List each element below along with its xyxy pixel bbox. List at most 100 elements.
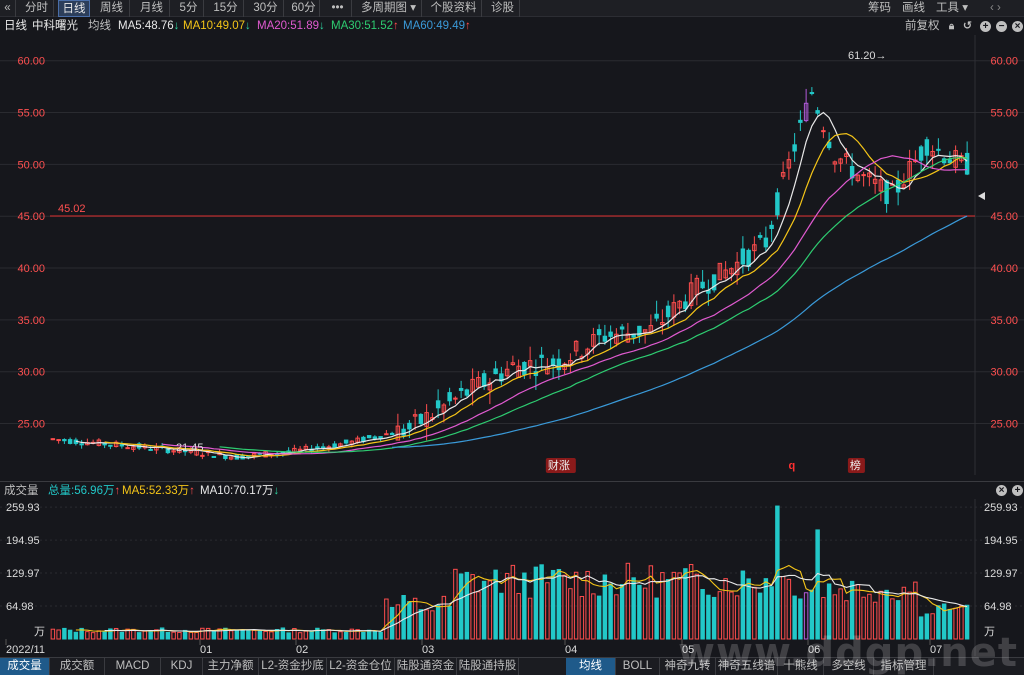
candle-body <box>665 305 671 318</box>
overlay-tab-1[interactable]: BOLL <box>616 658 660 675</box>
volume-bar <box>527 597 533 640</box>
volume-bar <box>441 595 447 640</box>
volume-bar <box>625 562 631 640</box>
indicator-tab-8[interactable]: 陆股通持股 <box>457 658 519 675</box>
candle-body <box>447 392 452 402</box>
volume-bar <box>309 630 314 640</box>
candle-body <box>50 438 56 441</box>
y-tick-left: 40.00 <box>17 263 45 275</box>
candle-body <box>924 139 930 156</box>
candle-body <box>372 436 378 439</box>
candle-body <box>631 334 636 338</box>
ma-text: MA30:51.52 <box>331 20 394 32</box>
volume-bar <box>200 627 205 640</box>
overlay-tab-0[interactable]: 均线 <box>566 658 616 675</box>
volume-bar <box>67 629 73 640</box>
volume-bar <box>257 630 263 640</box>
candle-body <box>809 92 815 95</box>
chips-button[interactable]: 筹码 <box>868 0 891 17</box>
draw-line-button[interactable]: 画线 <box>902 0 925 17</box>
tab-11[interactable]: 诊股 <box>486 0 520 17</box>
y-tick-right: 45.00 <box>990 211 1018 223</box>
volume-bar <box>228 630 234 640</box>
lock-icon[interactable]: 🔒︎ <box>946 21 957 32</box>
zoom-out-icon[interactable]: − <box>996 21 1007 32</box>
tab-6[interactable]: 30分 <box>248 0 284 17</box>
indicator-tab-4[interactable]: 主力净额 <box>203 658 259 675</box>
tab-3[interactable]: 月线 <box>134 0 170 17</box>
volume-bar <box>320 629 326 640</box>
candle-body <box>464 389 470 396</box>
x-tick-label: 2022/11 <box>6 644 45 656</box>
tab-8[interactable]: ••• <box>324 0 352 17</box>
y-tick-left: 25.00 <box>17 419 45 431</box>
x-tick-label: 03 <box>422 644 434 656</box>
indicator-tab-1[interactable]: 成交额 <box>50 658 105 675</box>
indicator-tab-5[interactable]: L2-资金抄底 <box>259 658 327 675</box>
candle-body <box>550 358 556 366</box>
volume-bar <box>96 630 102 640</box>
candle-body <box>418 413 424 425</box>
candle-body <box>453 397 458 400</box>
vol-y-tick-right: 259.93 <box>984 502 1018 514</box>
indicator-tab-0[interactable]: 成交量 <box>0 658 50 675</box>
event-marker-label[interactable]: q <box>788 460 795 472</box>
candle-body <box>740 248 746 265</box>
tools-menu-button[interactable]: 工具 ▾ <box>936 0 968 17</box>
candle-body <box>596 329 602 336</box>
trend-arrow-icon: ↓ <box>273 485 280 497</box>
volume-bar <box>384 598 389 640</box>
candle-body <box>964 152 970 175</box>
volume-bar <box>683 568 688 640</box>
tab-4[interactable]: 5分 <box>174 0 204 17</box>
window-controls[interactable]: ‹ › <box>990 0 1001 17</box>
vol-y-tick-right: 194.95 <box>984 535 1018 547</box>
event-marker-label[interactable]: 榜 <box>850 458 861 472</box>
tab-1[interactable]: 日线 <box>58 0 90 17</box>
zoom-in-icon[interactable]: + <box>980 21 991 32</box>
candle-body <box>56 439 61 442</box>
vol-y-tick-left: 64.98 <box>6 601 34 613</box>
volume-bar <box>165 631 171 640</box>
candle-body <box>320 446 326 449</box>
indicator-tab-7[interactable]: 陆股通资金 <box>395 658 457 675</box>
expand-icon[interactable]: + <box>1012 485 1023 496</box>
event-marker-label[interactable]: 财涨 <box>548 458 570 472</box>
double-chevron-left-icon[interactable]: « <box>0 0 16 17</box>
trend-arrow-icon: ↑ <box>114 485 121 497</box>
adjust-mode[interactable]: 前复权 <box>905 17 940 35</box>
tab-10[interactable]: 个股资料 <box>426 0 482 17</box>
tab-5[interactable]: 15分 <box>208 0 244 17</box>
close-icon[interactable]: × <box>1012 21 1023 32</box>
tab-9[interactable]: 多周期图 ▾ <box>356 0 422 17</box>
watermark-text: www.ddgp.net <box>678 630 1018 675</box>
volume-bar <box>303 630 309 640</box>
close-icon[interactable]: × <box>996 485 1007 496</box>
candle-body <box>821 130 826 133</box>
candle-body <box>775 192 780 216</box>
candle-body <box>108 444 113 447</box>
volume-stat-text: 总量:56.96万 <box>48 485 115 497</box>
price-pointer-icon <box>978 192 985 200</box>
volume-bar <box>591 593 596 640</box>
undo-icon[interactable]: ↺ <box>962 21 973 32</box>
tab-2[interactable]: 周线 <box>94 0 130 17</box>
candlestick-chart[interactable]: 60.00 60.00 55.00 55.00 50.00 50.00 45.00 45.00… <box>0 35 1024 475</box>
indicator-tab-3[interactable]: KDJ <box>161 658 203 675</box>
y-tick-right: 40.00 <box>990 263 1018 275</box>
candle-body <box>769 224 774 230</box>
candle-body <box>539 354 544 358</box>
volume-bar <box>487 580 493 640</box>
volume-bar <box>602 574 608 640</box>
ma-text: MA20:51.89 <box>257 20 320 32</box>
volume-bar <box>297 632 303 640</box>
tab-0[interactable]: 分时 <box>20 0 54 17</box>
volume-bar <box>188 631 194 640</box>
volume-bar <box>642 587 648 640</box>
indicator-tab-2[interactable]: MACD <box>105 658 161 675</box>
indicator-tab-6[interactable]: L2-资金仓位 <box>327 658 395 675</box>
tab-7[interactable]: 60分 <box>288 0 320 17</box>
y-tick-left: 50.00 <box>17 159 45 171</box>
indicator-type[interactable]: 均线 <box>88 17 111 35</box>
candle-body <box>619 326 625 330</box>
